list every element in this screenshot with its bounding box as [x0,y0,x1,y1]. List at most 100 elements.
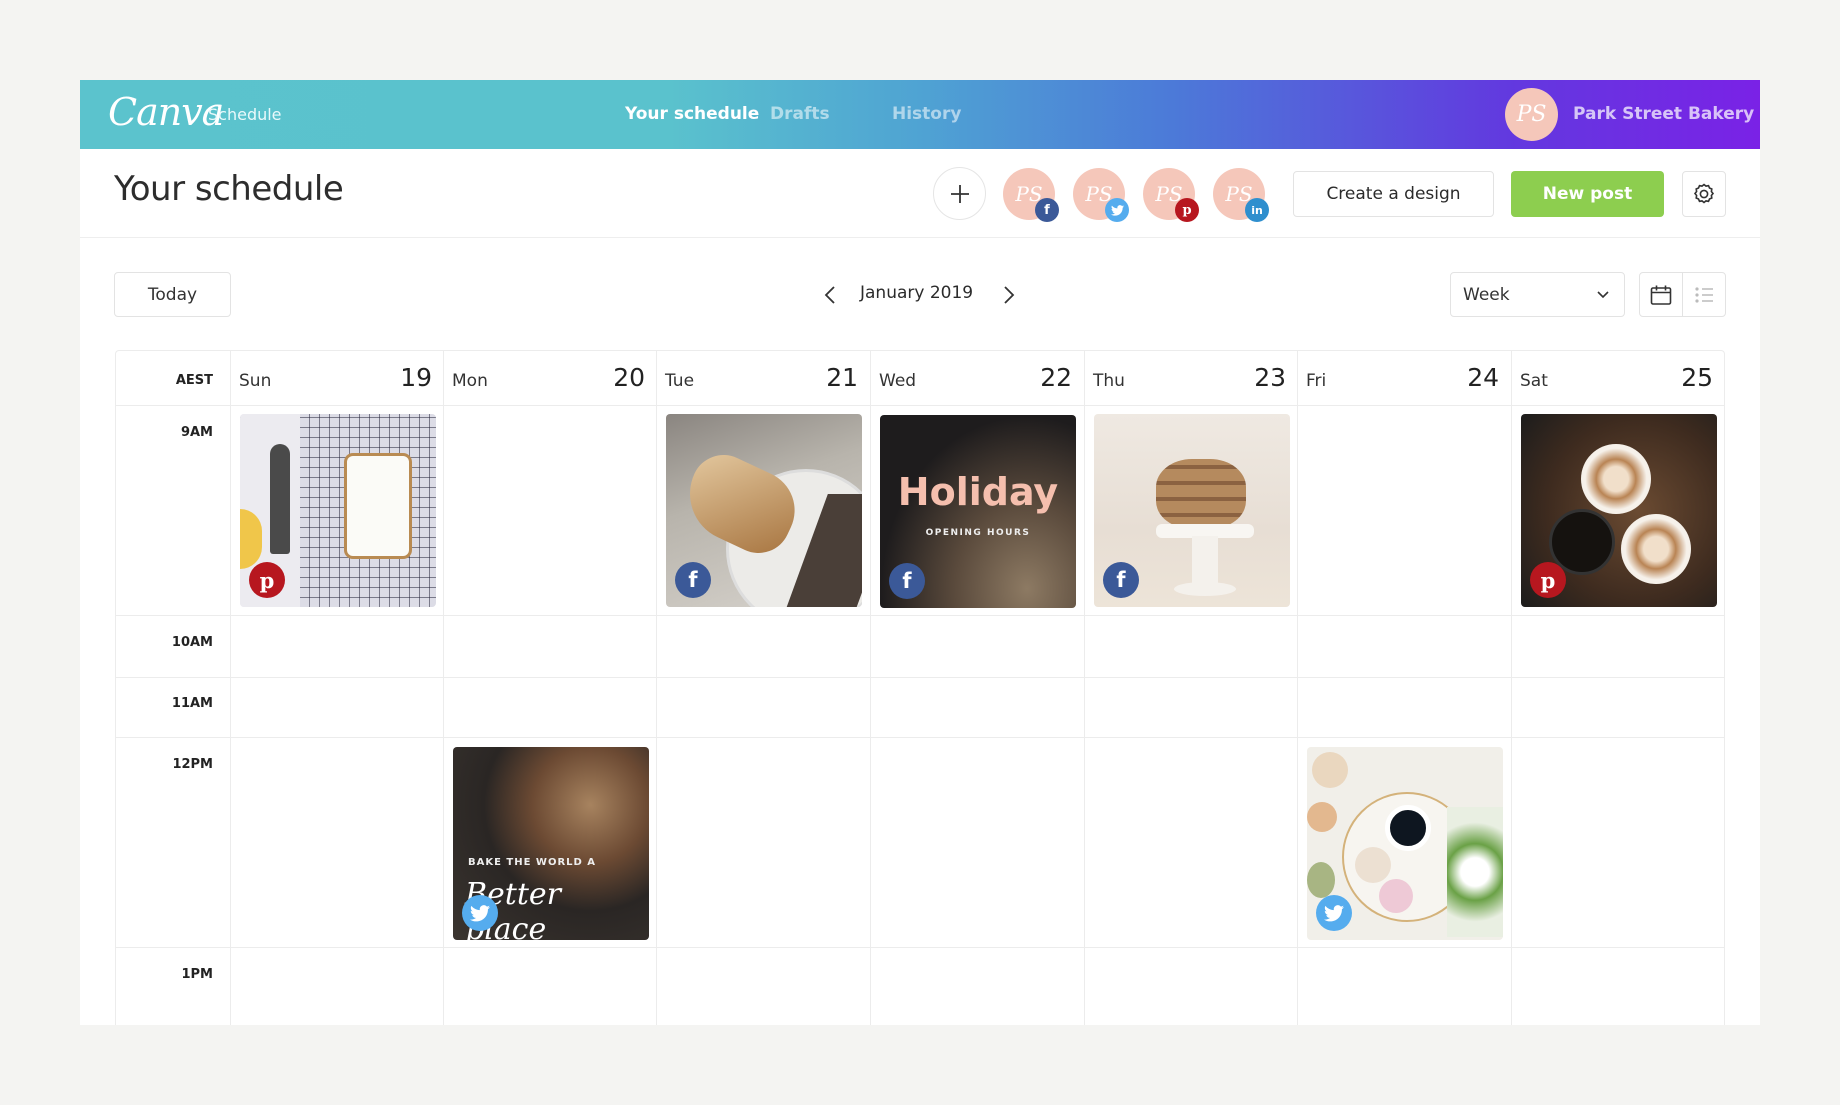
grid-divider [443,351,444,1025]
account-name[interactable]: Park Street Bakery [1573,104,1754,124]
pinterest-icon: p [1530,562,1566,598]
create-design-button[interactable]: Create a design [1293,171,1494,217]
connected-account-facebook[interactable]: PS f [1003,168,1059,222]
day-number: 25 [1681,363,1713,392]
facebook-icon: f [1035,198,1059,222]
account-avatar[interactable]: PS [1505,88,1558,141]
timezone-label: AEST [175,373,213,388]
next-month-button[interactable] [994,278,1024,312]
previous-month-button[interactable] [815,278,845,312]
hour-label: 1PM [181,967,213,982]
top-nav-bar: Canva Schedule Your schedule Drafts Hist… [80,80,1760,149]
hour-label: 10AM [171,635,213,650]
connected-account-twitter[interactable]: PS [1073,168,1129,222]
connected-account-pinterest[interactable]: PS p [1143,168,1199,222]
view-select-value: Week [1463,284,1510,305]
grid-divider [116,947,1724,948]
today-button[interactable]: Today [114,272,231,317]
new-post-button[interactable]: New post [1511,171,1664,217]
post-thumbnail-detail [1174,582,1236,596]
post-subtitle: BAKE THE WORLD A [468,857,597,868]
connected-account-linkedin[interactable]: PS in [1213,168,1269,222]
grid-divider [116,615,1724,616]
day-number: 22 [1040,363,1072,392]
facebook-icon: f [889,563,925,599]
page-toolbar: Your schedule PS f PS PS p PS in Create … [80,149,1760,238]
day-name: Sun [239,371,272,391]
linkedin-icon: in [1245,198,1269,222]
grid-divider [116,405,1724,406]
day-name: Fri [1306,371,1327,391]
scheduled-post[interactable]: p [1521,414,1717,607]
facebook-icon: f [1103,562,1139,598]
plus-icon [950,184,969,203]
post-thumbnail-detail [1621,514,1691,584]
month-label: January 2019 [860,283,974,303]
list-view-button[interactable] [1682,273,1725,316]
product-name: Schedule [208,105,282,124]
chevron-right-icon [1004,286,1015,304]
view-mode-toggle [1639,272,1726,317]
view-select[interactable]: Week [1450,272,1625,317]
settings-button[interactable] [1682,171,1726,217]
hour-label: 12PM [172,757,213,772]
day-name: Tue [665,371,695,391]
grid-divider [230,351,231,1025]
grid-divider [1297,351,1298,1025]
post-title: Holiday [897,470,1059,514]
canva-logo[interactable]: Canva [108,90,224,134]
hour-label: 9AM [180,425,213,440]
nav-history[interactable]: History [892,104,961,124]
twitter-icon [1105,198,1129,222]
calendar-icon [1650,285,1672,305]
post-thumbnail-detail [1307,862,1335,898]
day-number: 23 [1254,363,1286,392]
scheduled-post[interactable]: BAKE THE WORLD A Better place [453,747,649,940]
pinterest-icon: p [1175,198,1199,222]
day-name: Sat [1520,371,1548,391]
post-thumbnail-detail [1156,459,1246,529]
day-number: 21 [826,363,858,392]
calendar-view-button[interactable] [1640,273,1682,316]
gear-icon [1693,183,1715,204]
nav-drafts[interactable]: Drafts [770,104,830,124]
grid-divider [656,351,657,1025]
scheduled-post[interactable] [1307,747,1503,940]
twitter-icon [1316,895,1352,931]
scheduled-post[interactable]: f [666,414,862,607]
post-thumbnail-detail [1581,444,1651,514]
post-thumbnail-detail [1355,847,1391,883]
grid-divider [1511,351,1512,1025]
post-thumbnail-detail [1379,879,1413,913]
chevron-down-icon [1597,291,1609,299]
post-thumbnail-detail [1312,752,1348,788]
scheduled-post[interactable]: f [1094,414,1290,607]
add-account-button[interactable] [933,167,986,220]
post-thumbnail-detail [347,456,409,556]
day-number: 20 [613,363,645,392]
grid-divider [1084,351,1085,1025]
app-window: Canva Schedule Your schedule Drafts Hist… [80,80,1760,1025]
day-name: Thu [1093,371,1125,391]
scheduled-post[interactable]: Holiday OPENING HOURS f [880,415,1076,608]
scheduled-post[interactable]: p [240,414,436,607]
post-subtitle: OPENING HOURS [925,528,1031,538]
day-name: Wed [879,371,917,391]
chevron-left-icon [824,286,835,304]
grid-divider [116,737,1724,738]
hour-label: 11AM [171,696,213,711]
post-thumbnail-detail [270,444,290,554]
twitter-icon [462,895,498,931]
day-number: 19 [400,363,432,392]
nav-your-schedule[interactable]: Your schedule [625,104,759,124]
grid-divider [870,351,871,1025]
page-title: Your schedule [114,169,344,209]
day-number: 24 [1467,363,1499,392]
week-calendar-grid: AEST Sun 19 Mon 20 Tue 21 Wed 22 Thu 23 … [115,350,1725,1025]
facebook-icon: f [675,562,711,598]
post-thumbnail-detail [1447,807,1503,937]
pinterest-icon: p [249,562,285,598]
day-name: Mon [452,371,488,391]
post-thumbnail-detail [1385,805,1431,851]
post-thumbnail-detail [1307,802,1337,832]
